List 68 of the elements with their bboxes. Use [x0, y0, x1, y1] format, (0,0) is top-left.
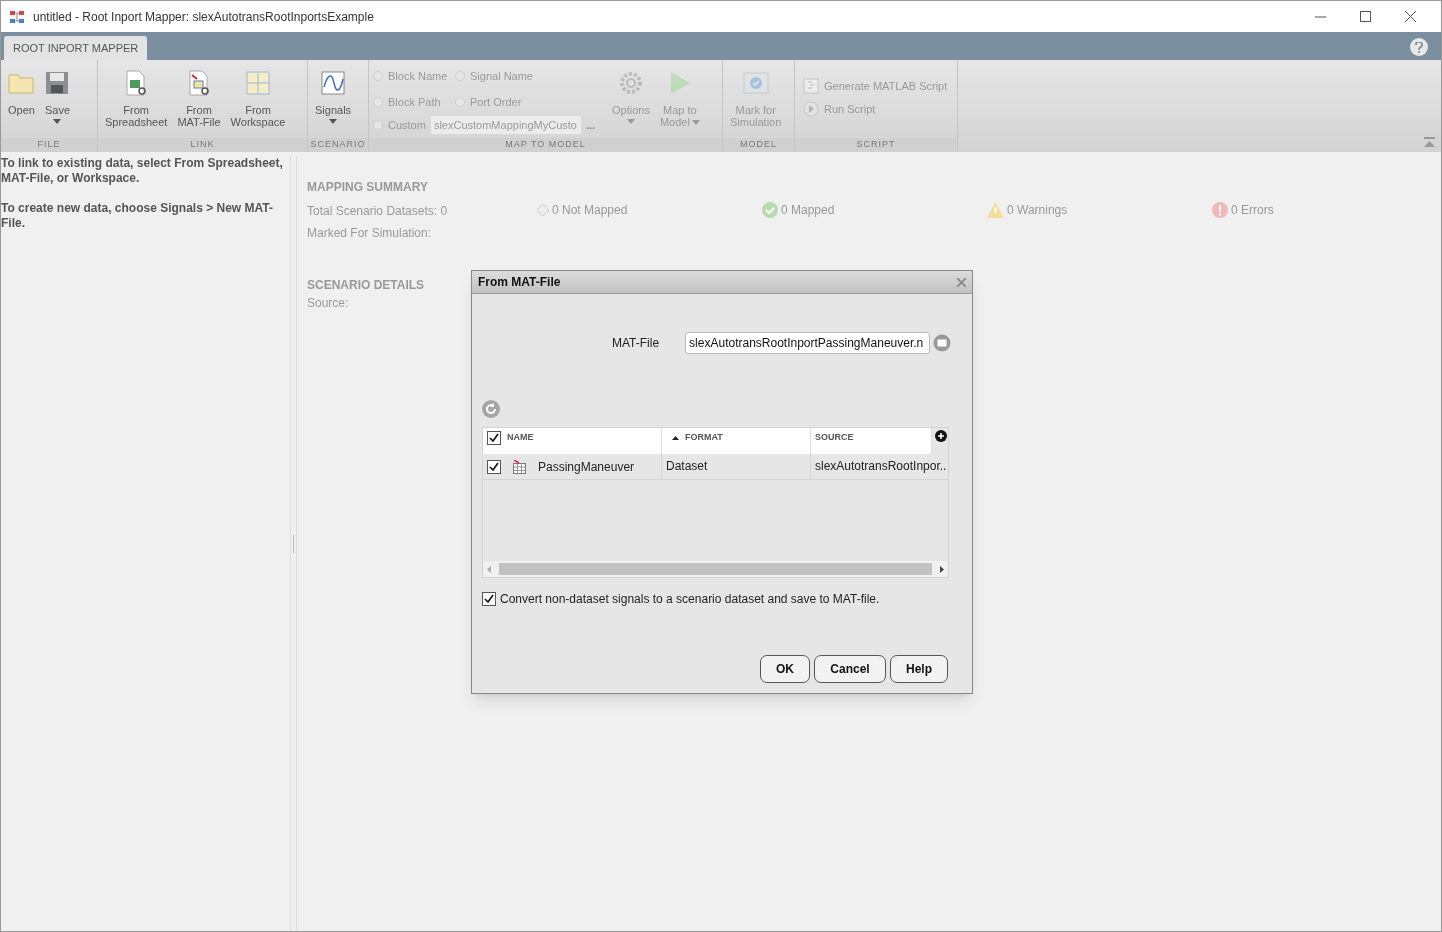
run-script-icon: [803, 100, 819, 117]
diamond-icon: [537, 204, 549, 216]
app-icon: [9, 8, 25, 25]
sort-ascending-icon: [672, 436, 679, 440]
scroll-left-icon[interactable]: [487, 565, 491, 573]
check-circle-icon: [762, 202, 778, 218]
dialog-button[interactable]: Cancel: [814, 655, 886, 683]
help-paragraph: To link to existing data, select From Spreadsheet, MAT-File, or Workspace.: [1, 156, 284, 186]
scroll-right-icon[interactable]: [940, 565, 944, 573]
checkbox-label: Convert non-dataset signals to a scenario dataset and save to MAT-file.: [500, 591, 880, 608]
section-label: SCRIPT: [795, 138, 957, 152]
convert-checkbox[interactable]: Convert non-dataset signals to a scenario dataset and save to MAT-file.: [482, 590, 972, 608]
gear-icon: [618, 71, 643, 95]
table-cell-text: slexAutotransRootInpor..: [815, 458, 947, 475]
horizontal-scrollbar[interactable]: [483, 561, 948, 577]
source-label: Source:: [307, 295, 349, 312]
select-all-checkbox[interactable]: [487, 431, 501, 445]
refresh-icon[interactable]: [482, 400, 500, 418]
dialog-title: From MAT-File: [478, 274, 561, 291]
error-icon: [1212, 202, 1228, 218]
play-icon: [668, 71, 691, 95]
folder-icon: [8, 72, 35, 94]
toolbar-button[interactable]: Open: [5, 68, 38, 116]
table-cell-text: Dataset: [666, 458, 708, 475]
section-label: SCENARIO: [308, 138, 368, 152]
status-count: 0 Errors: [1231, 202, 1274, 219]
section-label: MAP TO MODEL: [369, 138, 722, 152]
close-icon[interactable]: [1405, 11, 1416, 22]
ribbon-tab[interactable]: ROOT INPORT MAPPER: [4, 36, 148, 60]
script-file-icon: [803, 78, 819, 95]
dialog-button[interactable]: OK: [760, 655, 810, 683]
minimize-icon[interactable]: [1315, 15, 1326, 18]
checkmark-icon: [742, 72, 769, 94]
toolbar-button[interactable]: From Spreadsheet: [102, 68, 171, 128]
row-checkbox[interactable]: [487, 459, 501, 474]
warning-icon: [987, 202, 1004, 218]
toolbar-button[interactable]: From MAT-File: [174, 68, 224, 128]
maximize-icon[interactable]: [1360, 11, 1371, 22]
file-link-icon: [187, 70, 211, 96]
checkbox[interactable]: [482, 592, 496, 606]
folder-icon[interactable]: [933, 334, 952, 352]
dialog-button[interactable]: Help: [890, 655, 948, 683]
marked-label: Marked For Simulation:: [307, 225, 433, 242]
help-icon[interactable]: [1410, 38, 1428, 56]
toolbar-button[interactable]: Save: [41, 68, 73, 124]
table-row[interactable]: PassingManeuver Dataset slexAutotransRootInpor..: [483, 454, 948, 480]
help-paragraph: To create new data, choose Signals > New MAT-File.: [1, 201, 274, 231]
spreadsheet-link-icon: [124, 70, 149, 96]
section-heading: MAPPING SUMMARY: [307, 179, 428, 196]
signal-wave-icon: [321, 71, 346, 95]
section-label: FILE: [1, 138, 97, 152]
window-title: untitled - Root Inport Mapper: slexAutotransRootInportsExample: [33, 8, 374, 26]
collapse-ribbon-icon[interactable]: [1424, 137, 1435, 148]
section-label: LINK: [98, 138, 307, 152]
section-label: MODEL: [723, 138, 794, 152]
add-icon[interactable]: [935, 430, 947, 442]
grid-icon: [246, 71, 270, 95]
dataset-icon: [513, 459, 526, 474]
file-path-field[interactable]: slexAutotransRootInportPassingManeuver.n: [685, 332, 931, 354]
field-label: MAT-File: [612, 335, 660, 352]
dataset-count: Total Scenario Datasets: 0: [307, 203, 449, 220]
status-count: 0 Mapped: [781, 202, 835, 219]
toolbar-button[interactable]: Signals: [312, 68, 355, 124]
toolbar-button[interactable]: From Workspace: [227, 68, 289, 128]
table-cell-text: PassingManeuver: [538, 458, 635, 476]
status-count: 0 Not Mapped: [552, 202, 628, 219]
section-heading: SCENARIO DETAILS: [307, 277, 425, 294]
status-count: 0 Warnings: [1007, 202, 1068, 219]
